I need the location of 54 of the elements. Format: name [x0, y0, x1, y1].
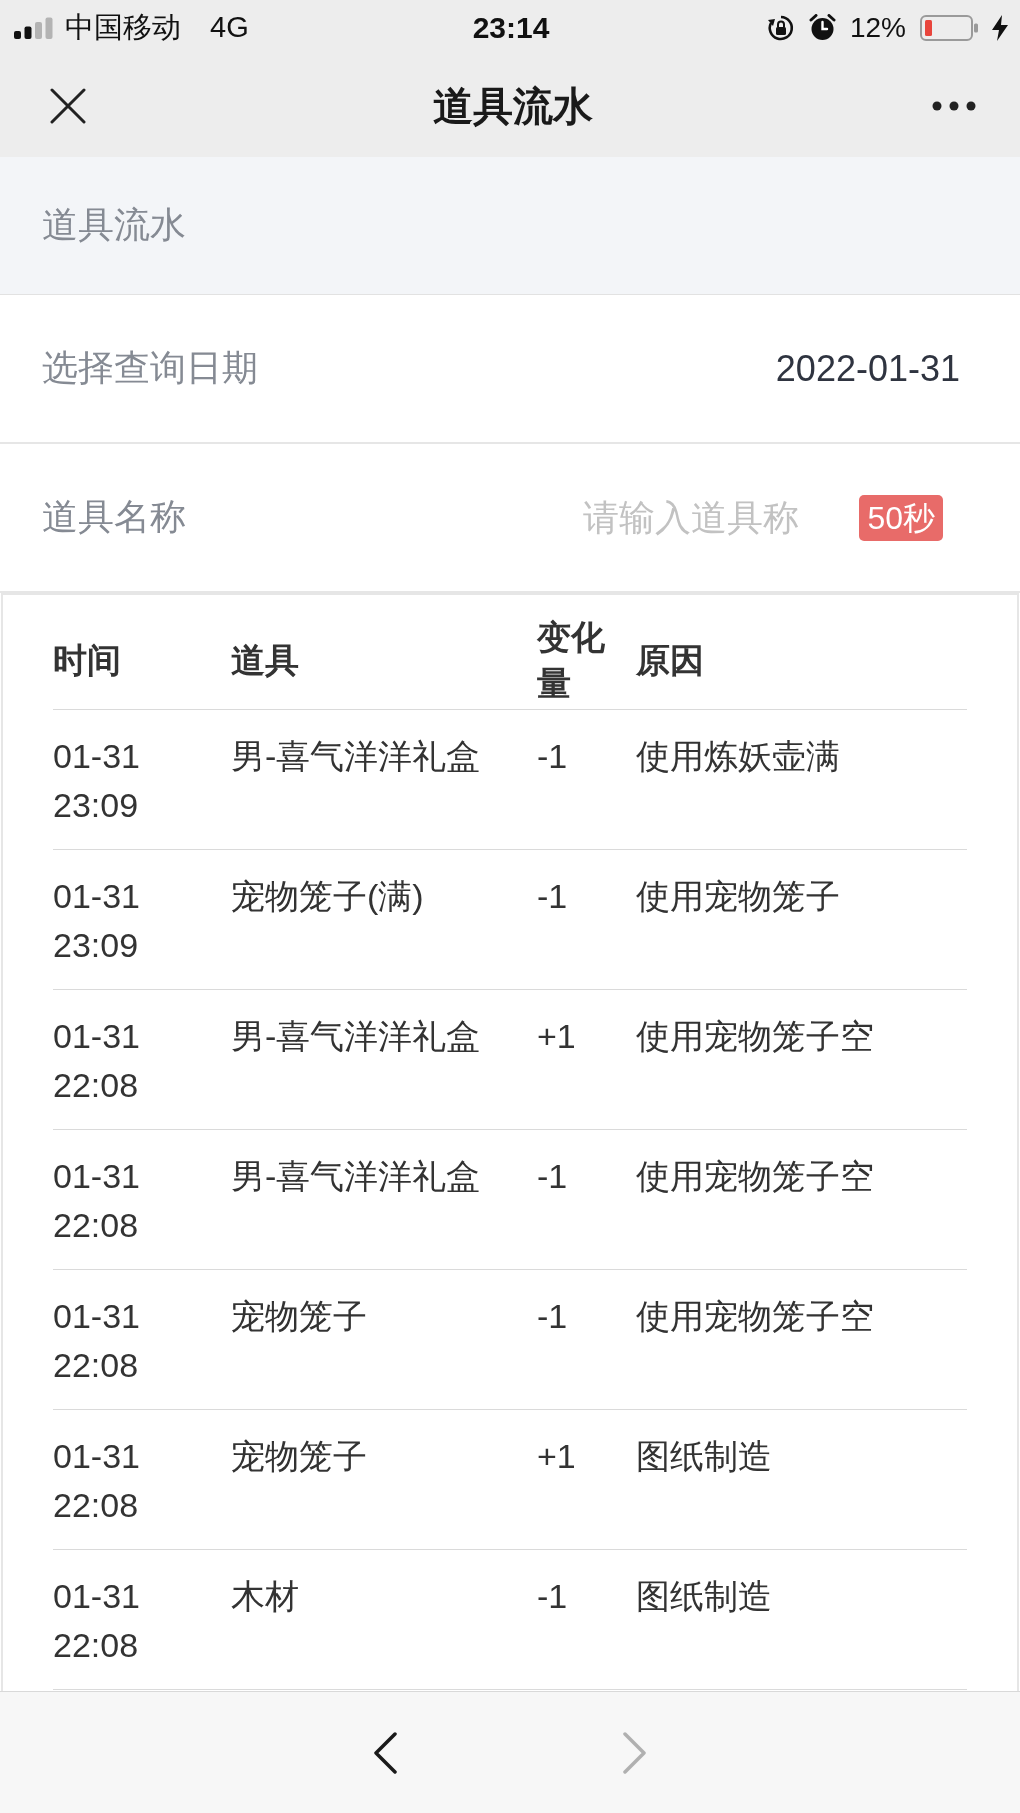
- alarm-clock-icon: [808, 14, 836, 41]
- table-cell-text: 01-31 22:08: [53, 1016, 141, 1106]
- more-icon: [932, 101, 976, 111]
- table-cell-text: 图纸制造: [636, 1436, 772, 1477]
- column-header: 时间: [53, 640, 121, 681]
- table-cell-text: +1: [537, 1436, 576, 1477]
- date-value[interactable]: 2022-01-31: [775, 347, 960, 390]
- chevron-right-icon: [623, 1731, 647, 1774]
- table-cell-text: 图纸制造: [636, 1576, 772, 1617]
- table-cell-text: 宠物笼子(满): [231, 876, 424, 917]
- table-cell-text: -1: [537, 736, 568, 777]
- page-title: 道具流水: [433, 82, 593, 130]
- carrier-name: 中国移动: [65, 13, 181, 42]
- table-cell-text: 使用宠物笼子空: [636, 1016, 874, 1057]
- field-label: 道具名称: [42, 495, 186, 539]
- table-cell-text: 使用宠物笼子空: [636, 1296, 874, 1337]
- table-cell-text: 男-喜气洋洋礼盒: [231, 736, 481, 777]
- countdown-badge: 50秒: [859, 494, 943, 541]
- table-cell-text: 01-31 22:08: [53, 1436, 141, 1526]
- signal-icon: [14, 16, 54, 39]
- table-cell-text: 木材: [231, 1576, 299, 1617]
- more-button[interactable]: [932, 101, 976, 111]
- table-cell-text: -1: [537, 1576, 568, 1617]
- table-cell-text: 宠物笼子: [231, 1296, 367, 1337]
- charging-bolt-icon: [992, 14, 1008, 41]
- table-cell-text: 01-31 22:08: [53, 1156, 141, 1246]
- network-type: 4G: [210, 13, 249, 42]
- field-label: 选择查询日期: [42, 346, 258, 390]
- table-cell-text: -1: [537, 876, 568, 917]
- table-cell-text: 男-喜气洋洋礼盒: [231, 1156, 481, 1197]
- table-cell-text: 男-喜气洋洋礼盒: [231, 1016, 481, 1057]
- orientation-lock-icon: [766, 13, 795, 42]
- table-cell-text: 01-31 23:09: [53, 736, 141, 826]
- table-cell-text: -1: [537, 1156, 568, 1197]
- table-cell-text: 使用炼妖壶满: [636, 736, 840, 777]
- table-cell-text: -1: [537, 1296, 568, 1337]
- close-button[interactable]: [50, 88, 86, 124]
- section-title: 道具流水: [42, 203, 186, 247]
- table-cell-text: 01-31 22:08: [53, 1296, 141, 1386]
- battery-percentage: 12%: [849, 13, 906, 42]
- clock-time: 23:14: [472, 12, 550, 43]
- table-cell-text: 使用宠物笼子: [636, 876, 840, 917]
- table-cell-text: 01-31 22:08: [53, 1576, 141, 1666]
- column-header: 变化量: [537, 617, 606, 704]
- table-cell-text: 使用宠物笼子空: [636, 1156, 874, 1197]
- close-icon: [50, 88, 86, 124]
- table-cell-text: 01-31 23:09: [53, 876, 141, 966]
- chevron-left-icon: [373, 1731, 397, 1774]
- table-cell-text: +1: [537, 1016, 576, 1057]
- column-header: 道具: [231, 640, 299, 681]
- battery-icon: [920, 14, 978, 41]
- table-cell-text: 宠物笼子: [231, 1436, 367, 1477]
- column-header: 原因: [636, 640, 704, 681]
- input-field[interactable]: 请输入道具称: [583, 496, 820, 539]
